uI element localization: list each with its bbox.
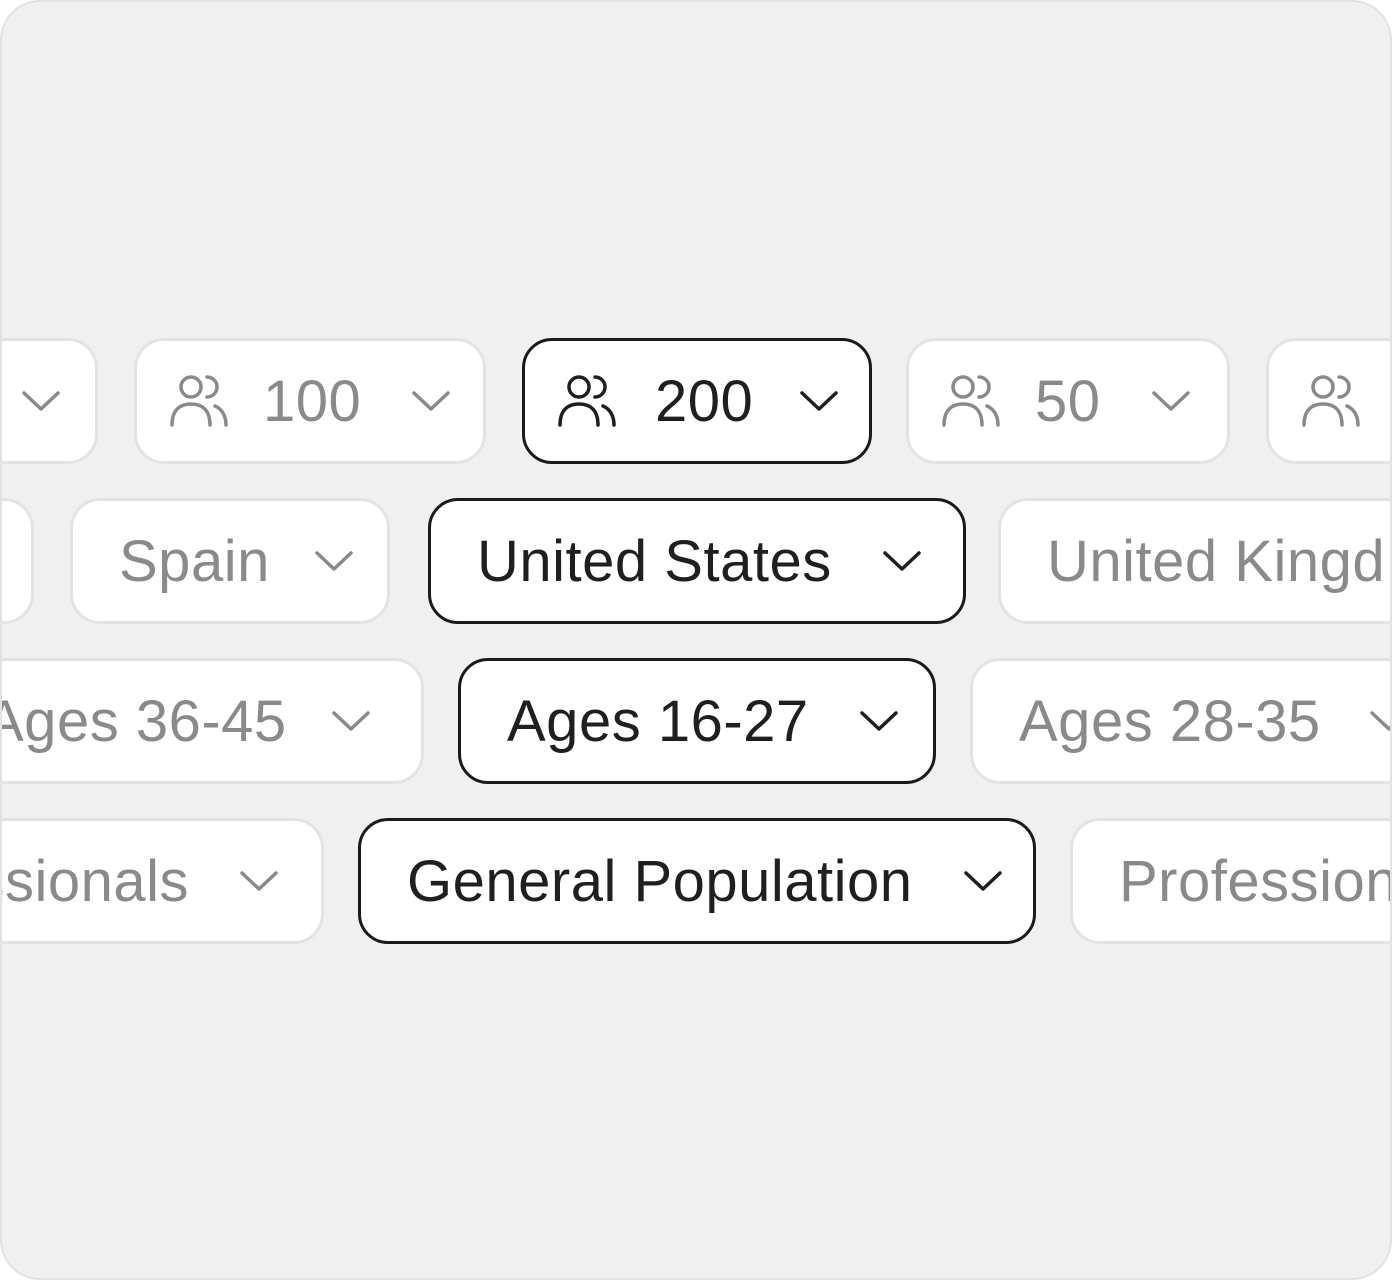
users-icon — [557, 373, 617, 429]
count-value: 200 — [655, 368, 754, 434]
age-option-36-45[interactable]: Ages 36-45 — [0, 658, 424, 784]
count-option-50[interactable]: 50 — [906, 338, 1230, 464]
audience-option-professionals-right[interactable]: Profession — [1070, 818, 1392, 944]
count-option-partial-left[interactable] — [2, 338, 98, 464]
age-label: Ages 28-35 — [1019, 688, 1321, 754]
audience-label: ssionals — [2, 848, 189, 914]
chevron-down-icon — [882, 549, 922, 573]
country-option-united-states-selected[interactable]: United States — [428, 498, 966, 624]
users-icon — [1301, 373, 1361, 429]
country-label: United Kingd — [1047, 528, 1386, 594]
users-icon — [169, 373, 229, 429]
count-option-partial-right[interactable] — [1266, 338, 1390, 464]
chevron-down-icon — [21, 389, 61, 413]
audience-label: General Population — [407, 848, 913, 914]
chevron-down-icon — [331, 709, 371, 733]
chevron-down-icon — [799, 389, 839, 413]
chevron-down-icon — [1369, 709, 1390, 733]
chevron-down-icon — [1151, 389, 1191, 413]
chevron-down-icon — [963, 869, 1003, 893]
chevron-down-icon — [411, 389, 451, 413]
age-option-28-35[interactable]: Ages 28-35 — [970, 658, 1390, 784]
country-option-spain[interactable]: Spain — [70, 498, 390, 624]
chevron-down-icon — [314, 549, 354, 573]
chevron-down-icon — [239, 869, 279, 893]
country-option-partial-left[interactable] — [2, 498, 34, 624]
users-icon — [941, 373, 1001, 429]
filter-preview-card: 100 200 50 Spain United States United Ki… — [0, 0, 1392, 1280]
chevron-down-icon — [859, 709, 899, 733]
count-option-100[interactable]: 100 — [134, 338, 486, 464]
age-option-16-27-selected[interactable]: Ages 16-27 — [458, 658, 936, 784]
country-label: United States — [477, 528, 832, 594]
audience-label: Profession — [1119, 848, 1392, 914]
count-option-200-selected[interactable]: 200 — [522, 338, 872, 464]
count-value: 50 — [1035, 368, 1101, 434]
count-value: 100 — [263, 368, 362, 434]
audience-option-professionals-left[interactable]: ssionals — [2, 818, 324, 944]
age-label: Ages 36-45 — [0, 688, 287, 754]
age-label: Ages 16-27 — [507, 688, 809, 754]
country-label: Spain — [119, 528, 270, 594]
country-option-united-kingdom[interactable]: United Kingd — [998, 498, 1390, 624]
audience-option-general-population-selected[interactable]: General Population — [358, 818, 1036, 944]
